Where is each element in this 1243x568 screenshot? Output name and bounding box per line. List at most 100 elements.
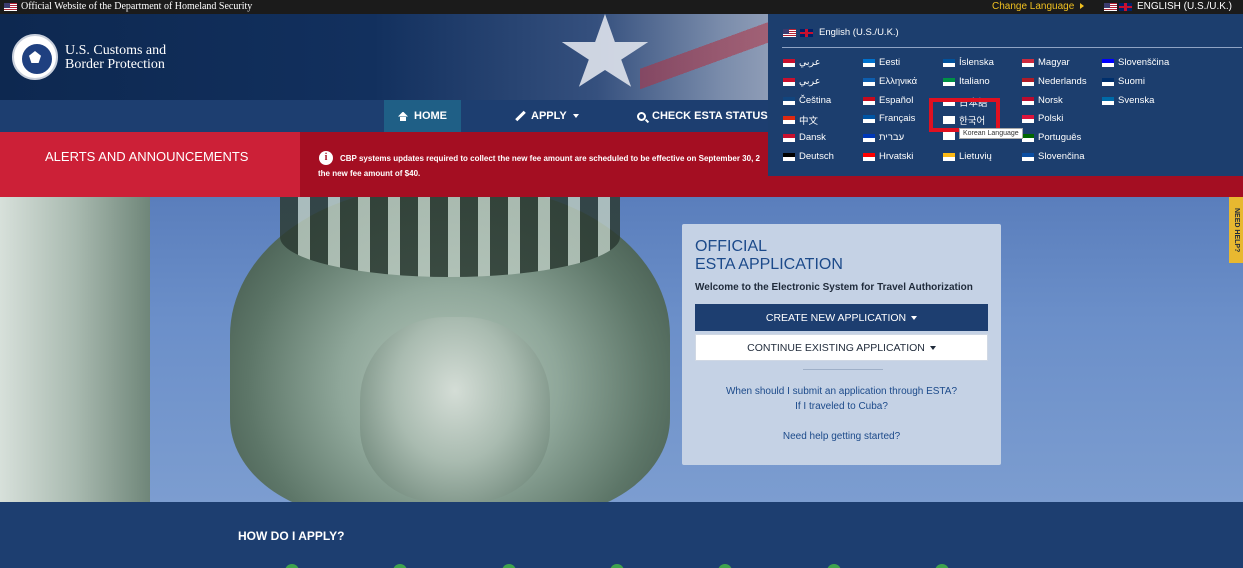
- country-flag-icon: [783, 96, 795, 105]
- uk-flag-icon: [800, 28, 813, 37]
- language-option[interactable]: Português: [1022, 132, 1081, 143]
- chevron-down-icon: [911, 315, 918, 320]
- language-option[interactable]: Deutsch: [783, 151, 834, 162]
- language-option[interactable]: Íslenska: [943, 57, 994, 68]
- selection-highlight-box: [929, 98, 1000, 132]
- country-flag-icon: [1102, 77, 1114, 86]
- create-new-application-button[interactable]: CREATE NEW APPLICATION: [695, 304, 988, 331]
- language-option[interactable]: Norsk: [1022, 95, 1063, 106]
- language-tooltip: Korean Language: [959, 128, 1023, 139]
- language-option[interactable]: Français: [863, 113, 915, 124]
- language-option-english[interactable]: English (U.S./U.K.): [783, 27, 899, 38]
- country-flag-icon: [1022, 152, 1034, 161]
- us-flag-icon: [1104, 2, 1117, 11]
- language-option-label: Lietuvių: [959, 151, 992, 162]
- step-icon: [502, 564, 516, 568]
- agency-name-line1: U.S. Customs and: [65, 43, 167, 58]
- country-flag-icon: [1102, 58, 1114, 67]
- step-icon: [827, 564, 841, 568]
- language-option-label: عربي: [799, 57, 821, 68]
- language-option-label: Nederlands: [1038, 76, 1087, 87]
- language-option[interactable]: Svenska: [1102, 95, 1154, 106]
- top-utility-bar: Official Website of the Department of Ho…: [0, 0, 1243, 14]
- nav-apply-label: APPLY: [531, 110, 567, 122]
- language-option[interactable]: Dansk: [783, 132, 826, 143]
- country-flag-icon: [863, 152, 875, 161]
- language-option-label: Español: [879, 95, 914, 106]
- statue-face-image: [360, 317, 550, 502]
- country-flag-icon: [783, 77, 795, 86]
- language-option[interactable]: عربي: [783, 57, 820, 68]
- language-option[interactable]: Nederlands: [1022, 76, 1087, 87]
- current-language-label: ENGLISH (U.S./U.K.): [1137, 1, 1233, 12]
- flag-star-decoration: [561, 14, 649, 87]
- language-option-label: Polski: [1038, 113, 1064, 124]
- language-option[interactable]: Slovenščina: [1102, 57, 1169, 68]
- language-option-label: Italiano: [959, 76, 990, 87]
- current-language-indicator[interactable]: ENGLISH (U.S./U.K.): [1104, 1, 1232, 12]
- language-option[interactable]: Italiano: [943, 76, 990, 87]
- statue-arm-image: [0, 197, 150, 502]
- step-icon: [393, 564, 407, 568]
- us-flag-icon: [4, 2, 17, 11]
- esta-help-link[interactable]: Need help getting started?: [682, 431, 1001, 442]
- change-language-label: Change Language: [992, 1, 1075, 12]
- country-flag-icon: [783, 116, 795, 124]
- country-flag-icon: [1022, 96, 1034, 105]
- esta-welcome-text: Welcome to the Electronic System for Tra…: [695, 282, 973, 293]
- language-option-label: Íslenska: [959, 57, 994, 68]
- esta-title-line2: ESTA APPLICATION: [695, 256, 843, 273]
- country-flag-icon: [943, 132, 955, 140]
- dhs-seal-logo[interactable]: [12, 34, 58, 80]
- nav-check-status-label: CHECK ESTA STATUS: [652, 110, 768, 122]
- language-option[interactable]: Lietuvių: [943, 151, 992, 162]
- language-option-label: Ελληνικά: [879, 76, 918, 87]
- nav-home[interactable]: HOME: [384, 100, 461, 132]
- country-flag-icon: [863, 96, 875, 105]
- esta-cuba-link[interactable]: If I traveled to Cuba?: [682, 401, 1001, 412]
- language-option-label: عربي: [799, 76, 821, 87]
- agency-name-line2: Border Protection: [65, 57, 165, 72]
- language-option-label: Norsk: [1038, 95, 1063, 106]
- language-option[interactable]: Suomi: [1102, 76, 1145, 87]
- country-flag-icon: [863, 114, 875, 123]
- language-option[interactable]: Hrvatski: [863, 151, 913, 162]
- change-language-toggle[interactable]: Change Language: [992, 1, 1085, 12]
- nav-home-label: HOME: [414, 110, 447, 122]
- language-option-label: Slovenščina: [1118, 57, 1170, 68]
- official-website-notice: Official Website of the Department of Ho…: [4, 1, 252, 12]
- agency-name[interactable]: U.S. Customs and Border Protection: [65, 44, 166, 72]
- alerts-heading: ALERTS AND ANNOUNCEMENTS: [0, 132, 300, 197]
- language-option[interactable]: Polski: [1022, 113, 1063, 124]
- language-option[interactable]: עברית: [863, 132, 904, 143]
- continue-existing-application-button[interactable]: CONTINUE EXISTING APPLICATION: [695, 334, 988, 361]
- country-flag-icon: [863, 58, 875, 67]
- language-option-label: Eesti: [879, 57, 901, 68]
- language-option[interactable]: Español: [863, 95, 913, 106]
- language-option-label: Français: [879, 113, 916, 124]
- uk-flag-icon: [1119, 2, 1132, 11]
- country-flag-icon: [783, 152, 795, 161]
- step-icon: [285, 564, 299, 568]
- country-flag-icon: [1022, 58, 1034, 67]
- info-icon: i: [319, 151, 333, 165]
- language-option[interactable]: Slovenčina: [1022, 151, 1084, 162]
- need-help-tab[interactable]: NEED HELP?: [1229, 197, 1243, 263]
- language-option[interactable]: Eesti: [863, 57, 900, 68]
- language-option[interactable]: Magyar: [1022, 57, 1070, 68]
- language-option[interactable]: 中文: [783, 113, 818, 127]
- country-flag-icon: [943, 152, 955, 161]
- language-option[interactable]: Čeština: [783, 95, 831, 106]
- country-flag-icon: [1022, 114, 1034, 123]
- nav-apply[interactable]: APPLY: [515, 100, 579, 132]
- step-icon: [610, 564, 624, 568]
- language-option[interactable]: [943, 132, 959, 140]
- esta-submit-timing-link[interactable]: When should I submit an application thro…: [682, 386, 1001, 397]
- country-flag-icon: [1022, 133, 1034, 142]
- how-to-apply-title: HOW DO I APPLY?: [238, 529, 345, 543]
- language-option-label: Português: [1038, 132, 1082, 143]
- language-option[interactable]: عربي: [783, 76, 820, 87]
- country-flag-icon: [783, 133, 795, 142]
- nav-check-status[interactable]: CHECK ESTA STATUS: [637, 100, 780, 132]
- language-option[interactable]: Ελληνικά: [863, 76, 917, 87]
